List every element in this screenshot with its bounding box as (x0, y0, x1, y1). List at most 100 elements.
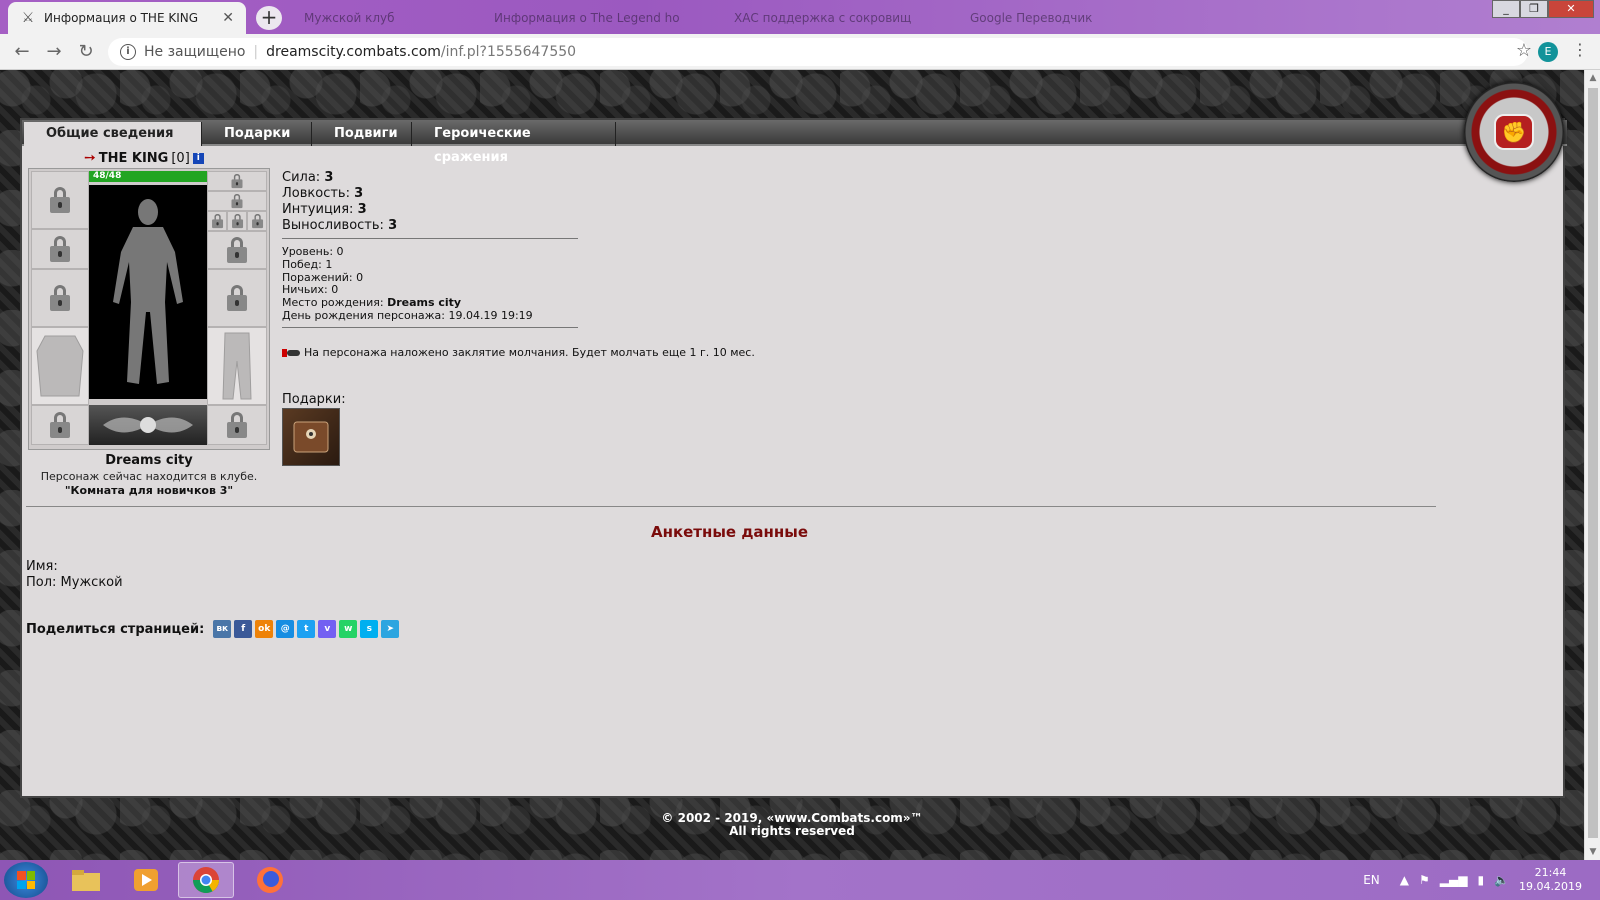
stat-row: Ловкость: 3 (282, 186, 397, 202)
combats-logo[interactable]: ✊ (1464, 82, 1564, 182)
tab-gifts[interactable]: Подарки (202, 122, 312, 146)
firefox-taskbar-button[interactable] (242, 862, 298, 898)
bookmark-star-icon[interactable]: ☆ (1516, 40, 1532, 61)
name-line: Имя: (26, 559, 58, 574)
equip-slot-amulet[interactable] (207, 191, 267, 211)
tab-title: Мужской клуб (304, 11, 395, 25)
page-viewport: Общие сведения Подарки Подвиги Героическ… (0, 70, 1584, 860)
battery-icon[interactable]: ▮ (1477, 873, 1484, 887)
browser-tab[interactable]: Google Переводчик (958, 2, 1178, 34)
reload-icon[interactable]: ↻ (74, 40, 98, 64)
birthday-line: День рождения персонажа: 19.04.19 19:19 (282, 308, 533, 322)
browser-tab[interactable]: ХАС поддержка с сокровищ (722, 2, 948, 34)
lock-icon (227, 285, 247, 311)
profile-avatar[interactable]: E (1538, 42, 1558, 62)
browser-tab[interactable]: Информация о The Legend ho (482, 2, 712, 34)
equip-slot-earring[interactable] (207, 171, 267, 191)
start-button[interactable] (4, 862, 48, 898)
lock-icon (50, 285, 70, 311)
info-icon[interactable]: i (192, 152, 204, 164)
location-text: Персонаж сейчас находится в клубе. (40, 470, 258, 483)
browser-tab-strip: ⚔ Информация о THE KING ✕ + Мужской клуб… (0, 0, 1600, 34)
twitter-share-icon[interactable]: t (297, 620, 316, 638)
equip-slot-shield[interactable] (207, 269, 267, 327)
equip-slot-armor[interactable] (31, 327, 89, 405)
forward-arrow-icon[interactable]: → (42, 40, 66, 64)
show-hidden-icons-icon[interactable]: ▲ (1400, 873, 1409, 887)
scroll-up-icon[interactable]: ▲ (1585, 70, 1600, 86)
skype-share-icon[interactable]: s (360, 620, 379, 638)
stat-row: Интуиция: 3 (282, 202, 397, 218)
maximize-button[interactable]: ❐ (1520, 0, 1548, 18)
equip-slot-ring-2[interactable] (227, 211, 247, 231)
flag-icon[interactable]: ⚑ (1419, 873, 1430, 887)
facebook-share-icon[interactable]: f (234, 620, 253, 638)
speaker-icon[interactable]: 🔈 (1494, 873, 1509, 887)
minimize-button[interactable]: _ (1492, 0, 1520, 18)
equip-slot-ring-1[interactable] (207, 211, 227, 231)
lock-icon (227, 237, 247, 263)
explorer-taskbar-button[interactable] (58, 862, 114, 898)
language-indicator[interactable]: EN (1363, 873, 1380, 887)
gifts-label: Подарки: (282, 392, 346, 407)
tribal-emblem-icon (103, 417, 193, 433)
equip-slot-leggings[interactable] (207, 327, 267, 405)
url-path: /inf.pl?1555647550 (440, 44, 577, 60)
viber-share-icon[interactable]: v (318, 620, 337, 638)
equip-slot-ring-3[interactable] (247, 211, 267, 231)
info-circle-icon[interactable]: i (120, 44, 136, 60)
stat-value: 3 (357, 202, 367, 217)
gift-book-icon (293, 421, 329, 453)
wins-line: Побед: 1 (282, 257, 333, 271)
battle-info: Уровень: 0 Побед: 1 Поражений: 0 Ничьих:… (282, 245, 533, 323)
crossed-swords-icon: ⚔ (21, 10, 35, 26)
equip-slot-gloves[interactable] (207, 231, 267, 269)
scroll-down-icon[interactable]: ▼ (1585, 844, 1600, 860)
character-name: THE KING (98, 150, 169, 166)
divider (26, 506, 1436, 507)
tab-feats[interactable]: Подвиги (312, 122, 412, 146)
page-tabs: Общие сведения Подарки Подвиги Героическ… (22, 120, 1567, 165)
gift-item[interactable] (282, 408, 340, 466)
network-icon[interactable]: ▂▄▆ (1440, 873, 1468, 887)
equip-slot-helmet[interactable] (31, 171, 89, 229)
new-tab-button[interactable]: + (256, 6, 282, 30)
media-player-taskbar-button[interactable] (118, 862, 174, 898)
leggings-silhouette-icon (222, 332, 252, 400)
scroll-thumb[interactable] (1588, 88, 1598, 838)
equip-slot-boots[interactable] (207, 405, 267, 445)
body-silhouette-icon (113, 199, 183, 384)
kebab-menu-icon[interactable]: ⋮ (1572, 40, 1588, 59)
back-arrow-icon[interactable]: ← (10, 40, 34, 64)
url-field[interactable]: i Не защищено | dreamscity.combats.com /… (108, 38, 1528, 66)
tab-title: ХАС поддержка с сокровищ (734, 11, 912, 25)
divider (282, 327, 578, 328)
tab-heroic-battles[interactable]: Героические сражения (412, 122, 616, 165)
tab-general[interactable]: Общие сведения (24, 122, 202, 146)
url-separator: | (253, 44, 259, 60)
clock-date: 19.04.2019 (1519, 880, 1582, 893)
equip-slot-weapon[interactable] (31, 269, 89, 327)
vertical-scrollbar[interactable]: ▲ ▼ (1584, 70, 1600, 860)
whatsapp-share-icon[interactable]: w (339, 620, 358, 638)
stat-value: 3 (388, 218, 398, 233)
vk-share-icon[interactable]: вк (213, 620, 232, 638)
equip-slot-belt[interactable] (31, 405, 89, 445)
stat-row: Сила: 3 (282, 170, 397, 186)
stat-value: 3 (324, 170, 334, 185)
telegram-share-icon[interactable]: ➤ (381, 620, 400, 638)
tab-close-icon[interactable]: ✕ (222, 10, 234, 26)
stats-block: Сила: 3 Ловкость: 3 Интуиция: 3 Вынослив… (282, 170, 397, 234)
chrome-taskbar-button[interactable] (178, 862, 234, 898)
equip-slot-bracers[interactable] (31, 229, 89, 269)
character-city: Dreams city (105, 453, 193, 468)
odnoklassniki-share-icon[interactable]: ok (255, 620, 274, 638)
clock[interactable]: 21:44 19.04.2019 (1519, 866, 1582, 894)
moimir-share-icon[interactable]: @ (276, 620, 295, 638)
tab-title: Информация о The Legend ho (494, 11, 680, 25)
profile-data: Имя: Пол: Мужской (26, 559, 123, 591)
close-window-button[interactable]: ✕ (1548, 0, 1594, 18)
browser-tab[interactable]: Мужской клуб (292, 2, 472, 34)
browser-tab-active[interactable]: ⚔ Информация о THE KING ✕ (8, 2, 246, 34)
level-line: Уровень: 0 (282, 245, 344, 258)
